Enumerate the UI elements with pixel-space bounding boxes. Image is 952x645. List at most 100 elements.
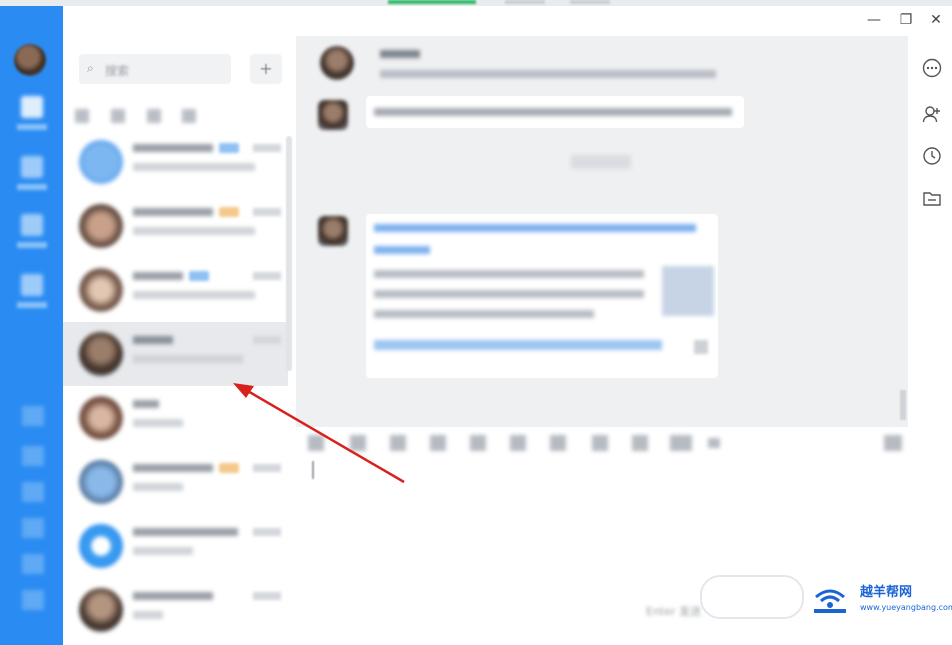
conversation-item[interactable] bbox=[63, 386, 288, 450]
conversation-item[interactable] bbox=[63, 258, 288, 322]
folder-icon[interactable] bbox=[922, 188, 942, 208]
todo-icon[interactable] bbox=[632, 435, 648, 451]
conversation-avatar bbox=[79, 460, 123, 504]
my-avatar[interactable] bbox=[14, 44, 46, 76]
conversation-time bbox=[253, 272, 281, 280]
nav-item-icon[interactable] bbox=[22, 482, 44, 502]
link-card-message[interactable] bbox=[366, 214, 718, 378]
screenshot-icon[interactable] bbox=[350, 435, 366, 451]
conversation-name bbox=[133, 400, 159, 408]
tab-indicator[interactable] bbox=[570, 0, 610, 4]
conversation-name bbox=[133, 592, 213, 600]
conversation-avatar bbox=[79, 524, 123, 568]
conversation-time bbox=[253, 144, 281, 152]
conversation-item-selected[interactable] bbox=[63, 322, 288, 386]
conversation-list-panel: ⌕ 搜索 + bbox=[63, 36, 296, 645]
conversation-time bbox=[253, 592, 281, 600]
history-icon[interactable] bbox=[510, 435, 526, 451]
watermark-name: 越羊帮网 bbox=[860, 585, 913, 600]
more-tools-icon[interactable] bbox=[670, 435, 692, 451]
filter-mentions-icon[interactable] bbox=[146, 109, 161, 123]
filter-all-icon[interactable] bbox=[75, 109, 89, 123]
nav-item-icon[interactable] bbox=[22, 554, 44, 574]
conversation-filters bbox=[75, 109, 290, 129]
card-open-icon[interactable] bbox=[694, 340, 708, 354]
conversation-time bbox=[253, 464, 281, 472]
conversation-preview bbox=[133, 291, 255, 299]
messages-nav-icon[interactable] bbox=[21, 96, 43, 118]
conversation-time bbox=[253, 528, 281, 536]
conversation-tag bbox=[219, 463, 239, 473]
conversation-name bbox=[133, 208, 213, 216]
conversation-avatar bbox=[79, 140, 123, 184]
close-button[interactable]: ✕ bbox=[926, 10, 946, 30]
window-controls: — ❐ ✕ bbox=[860, 10, 950, 32]
search-input[interactable]: ⌕ 搜索 bbox=[79, 54, 231, 84]
card-desc-line bbox=[374, 290, 644, 298]
conversation-preview bbox=[133, 163, 255, 171]
add-member-icon[interactable] bbox=[922, 104, 942, 124]
conversation-item[interactable] bbox=[63, 450, 288, 514]
chat-header-subtitle bbox=[380, 70, 716, 78]
system-time-label bbox=[571, 155, 631, 169]
card-link[interactable] bbox=[374, 340, 662, 350]
document-icon[interactable] bbox=[470, 435, 486, 451]
restore-button[interactable]: ❐ bbox=[896, 10, 916, 30]
conversation-time bbox=[253, 336, 281, 344]
card-thumbnail bbox=[662, 266, 714, 316]
more-icon[interactable] bbox=[922, 58, 942, 78]
active-tab-indicator[interactable] bbox=[388, 0, 476, 4]
list-scrollbar[interactable] bbox=[286, 136, 292, 371]
settings-icon[interactable] bbox=[22, 590, 44, 610]
search-placeholder: 搜索 bbox=[105, 64, 130, 78]
conversation-preview bbox=[133, 547, 193, 555]
contacts-nav-icon[interactable] bbox=[21, 156, 43, 178]
schedule-icon[interactable] bbox=[550, 435, 566, 451]
conversation-name bbox=[133, 272, 183, 280]
message-avatar[interactable] bbox=[318, 216, 348, 246]
image-icon[interactable] bbox=[430, 435, 446, 451]
message-bubble[interactable] bbox=[366, 96, 744, 128]
conversation-name bbox=[133, 336, 173, 344]
workbench-nav-label bbox=[17, 242, 47, 248]
text-input-caret[interactable] bbox=[312, 461, 314, 479]
conversation-name bbox=[133, 144, 213, 152]
conversation-item[interactable] bbox=[63, 514, 288, 578]
composer-toolbar bbox=[308, 433, 903, 455]
apps-nav-icon[interactable] bbox=[21, 274, 43, 296]
conversation-avatar bbox=[79, 396, 123, 440]
chat-scrollbar[interactable] bbox=[900, 390, 906, 420]
nav-item-icon[interactable] bbox=[22, 518, 44, 538]
workbench-nav-icon[interactable] bbox=[21, 214, 43, 236]
emoji-icon[interactable] bbox=[308, 435, 324, 451]
watermark: 越羊帮网 www.yueyangbang.com bbox=[700, 575, 952, 639]
tab-indicator[interactable] bbox=[505, 0, 545, 4]
conversation-item[interactable] bbox=[63, 130, 288, 194]
add-button[interactable]: + bbox=[250, 54, 282, 84]
history-icon[interactable] bbox=[922, 146, 942, 166]
contacts-nav-label bbox=[17, 184, 47, 190]
watermark-ring bbox=[700, 575, 804, 619]
conversation-name bbox=[133, 464, 213, 472]
conversation-item[interactable] bbox=[63, 194, 288, 258]
filter-unread-icon[interactable] bbox=[110, 109, 125, 123]
conversation-preview bbox=[133, 611, 163, 619]
title-strip bbox=[0, 0, 952, 6]
chat-header-avatar[interactable] bbox=[320, 46, 354, 80]
nav-item-icon[interactable] bbox=[22, 446, 44, 466]
mention-icon[interactable] bbox=[592, 435, 608, 451]
conversation-preview bbox=[133, 355, 243, 363]
chevron-down-icon[interactable] bbox=[708, 438, 720, 448]
conversation-preview bbox=[133, 419, 183, 427]
expand-icon[interactable] bbox=[884, 435, 902, 451]
message-avatar[interactable] bbox=[318, 100, 348, 130]
conversation-tag bbox=[219, 207, 239, 217]
minimize-button[interactable]: — bbox=[864, 10, 884, 30]
conversation-item[interactable] bbox=[63, 578, 288, 642]
nav-item-icon[interactable] bbox=[22, 406, 44, 426]
watermark-url: www.yueyangbang.com bbox=[860, 603, 952, 612]
conversation-avatar bbox=[79, 332, 123, 376]
conversation-preview bbox=[133, 227, 255, 235]
filter-groups-icon[interactable] bbox=[182, 109, 197, 123]
file-icon[interactable] bbox=[390, 435, 406, 451]
